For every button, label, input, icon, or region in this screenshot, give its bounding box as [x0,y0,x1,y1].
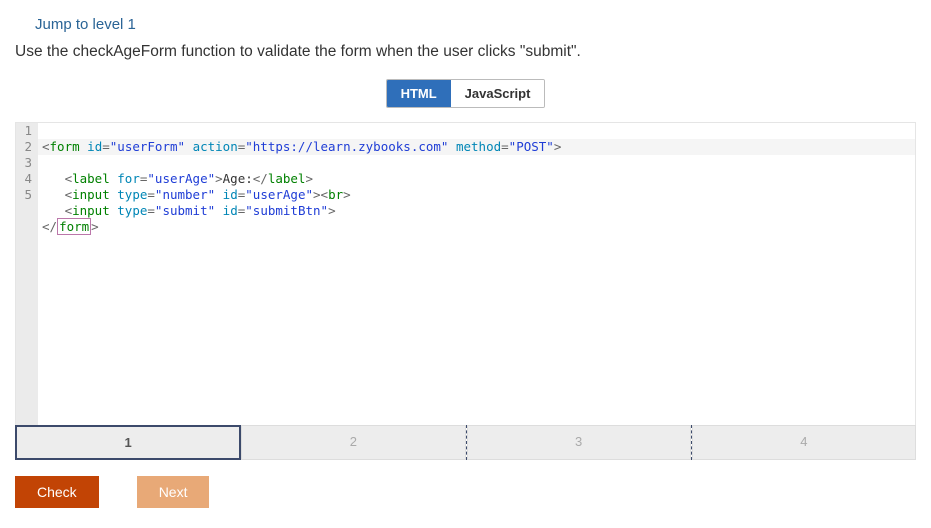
tab-row: HTML JavaScript [0,79,931,108]
check-button[interactable]: Check [15,476,99,508]
step-progress: 1 2 3 4 [15,425,916,460]
jump-to-level-link[interactable]: Jump to level 1 [35,16,136,33]
step-4[interactable]: 4 [692,425,916,460]
code-editor[interactable]: 1 2 3 4 5 <form id="userForm" action="ht… [15,122,916,425]
tab-html[interactable]: HTML [387,80,451,107]
line-gutter: 1 2 3 4 5 [16,123,38,425]
step-2[interactable]: 2 [241,425,465,460]
step-1[interactable]: 1 [15,425,241,460]
next-button[interactable]: Next [137,476,210,508]
step-3[interactable]: 3 [467,425,691,460]
instruction-text: Use the checkAgeForm function to validat… [0,43,931,79]
code-area[interactable]: <form id="userForm" action="https://lear… [38,123,915,425]
tab-javascript[interactable]: JavaScript [451,80,545,107]
